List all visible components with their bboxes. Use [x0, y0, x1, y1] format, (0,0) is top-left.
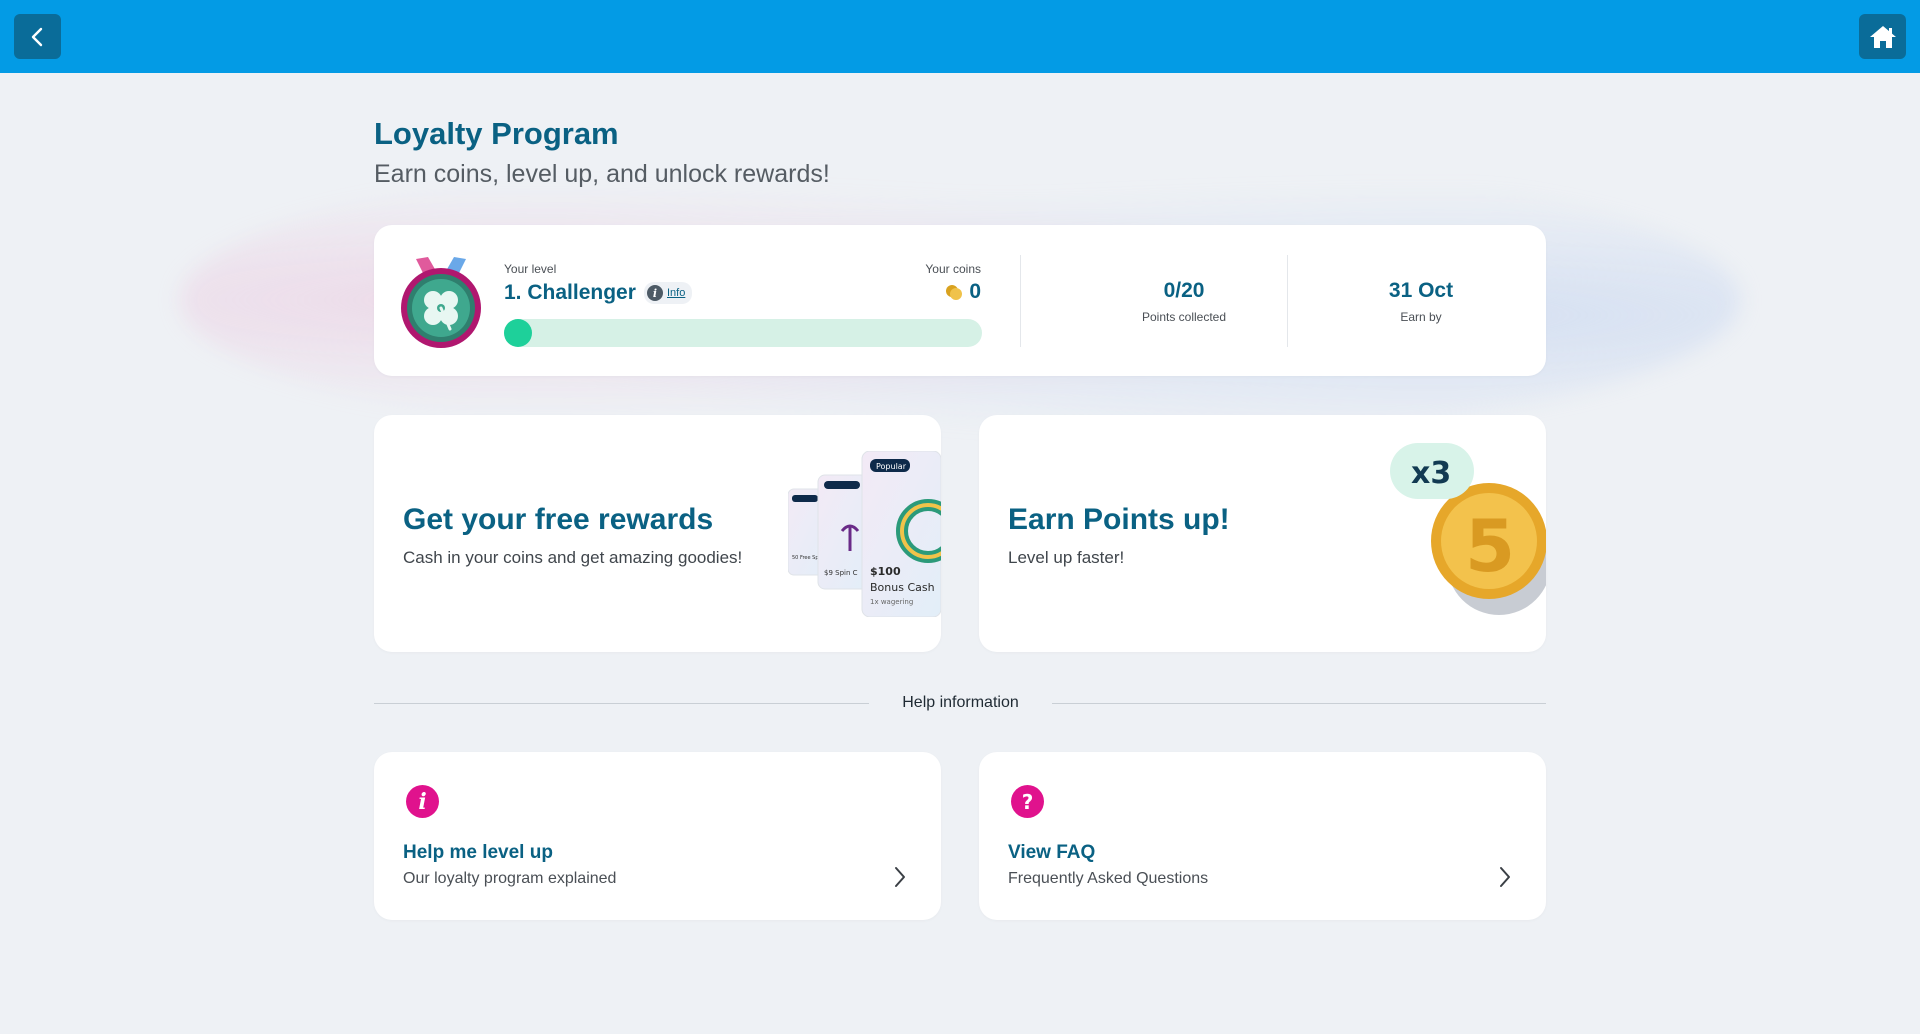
free-rewards-title: Get your free rewards [403, 503, 714, 536]
divider [1020, 255, 1021, 347]
free-rewards-subtitle: Cash in your coins and get amazing goodi… [403, 548, 743, 567]
coins-label: Your coins [925, 262, 981, 276]
question-icon: ? [1011, 785, 1044, 818]
info-icon: i [647, 285, 663, 301]
divider-right [1052, 703, 1546, 704]
earn-by-value: 31 Oct [1388, 279, 1454, 302]
page-title: Loyalty Program [374, 116, 619, 151]
view-faq-card[interactable]: ? View FAQ Frequently Asked Questions [979, 752, 1546, 920]
reward-card-back-value: 50 Free Sp [792, 555, 819, 561]
back-button[interactable] [14, 14, 61, 59]
free-rewards-card[interactable]: Get your free rewards Cash in your coins… [374, 415, 941, 652]
coin-multiplier-image: 5 x3 [1390, 443, 1546, 615]
home-button[interactable] [1859, 14, 1906, 59]
view-faq-title: View FAQ [1008, 842, 1096, 863]
help-section-label: Help information [902, 694, 1019, 711]
help-level-up-title: Help me level up [403, 842, 553, 863]
divider [1287, 255, 1288, 347]
view-faq-subtitle: Frequently Asked Questions [1008, 870, 1209, 887]
level-badge-icon [401, 257, 481, 348]
reward-card-name: Bonus Cash [870, 581, 935, 594]
page-subtitle: Earn coins, level up, and unlock rewards… [374, 160, 830, 188]
reward-card-tag: Popular [876, 462, 907, 471]
coins-value: 0 [969, 280, 981, 303]
earn-points-subtitle: Level up faster! [1008, 548, 1125, 567]
top-bar [0, 0, 1920, 73]
chevron-right-icon [1500, 867, 1510, 887]
earn-points-card[interactable]: Earn Points up! Level up faster! 5 x3 [979, 415, 1546, 652]
progress-knob[interactable] [504, 319, 532, 347]
points-stat: 0/20 Points collected [1054, 279, 1314, 324]
level-name: 1. Challenger [504, 281, 636, 304]
divider-left [374, 703, 869, 704]
multiplier-badge: x3 [1411, 456, 1451, 491]
level-label: Your level [504, 262, 557, 276]
coins-icon [946, 285, 963, 300]
points-label: Points collected [1141, 310, 1227, 324]
level-progress-bar[interactable] [504, 319, 982, 347]
info-link[interactable]: Info [667, 287, 685, 299]
home-icon [1869, 25, 1896, 48]
help-level-up-subtitle: Our loyalty program explained [403, 870, 617, 887]
info-icon: i [406, 785, 439, 818]
coin-value: 5 [1465, 504, 1515, 588]
reward-card-terms: 1x wagering [870, 598, 913, 606]
points-value: 0/20 [1163, 279, 1205, 302]
reward-card-value: $100 [870, 565, 901, 578]
earn-by-label: Earn by [1400, 310, 1442, 324]
level-card: Your level 1. Challenger i Info Your coi… [374, 225, 1546, 376]
info-button[interactable]: i Info [644, 282, 692, 304]
chevron-right-icon [895, 867, 905, 887]
coins-row: 0 [945, 280, 981, 304]
earn-points-title: Earn Points up! [1008, 503, 1230, 536]
chevron-left-icon [31, 27, 42, 46]
reward-card-mid-value: $9 Spin C [824, 569, 858, 577]
earn-by-stat: 31 Oct Earn by [1291, 279, 1551, 324]
reward-cards-image: 50 Free Sp $9 Spin C Popular $100 Bonus … [788, 451, 941, 617]
help-level-up-card[interactable]: i Help me level up Our loyalty program e… [374, 752, 941, 920]
